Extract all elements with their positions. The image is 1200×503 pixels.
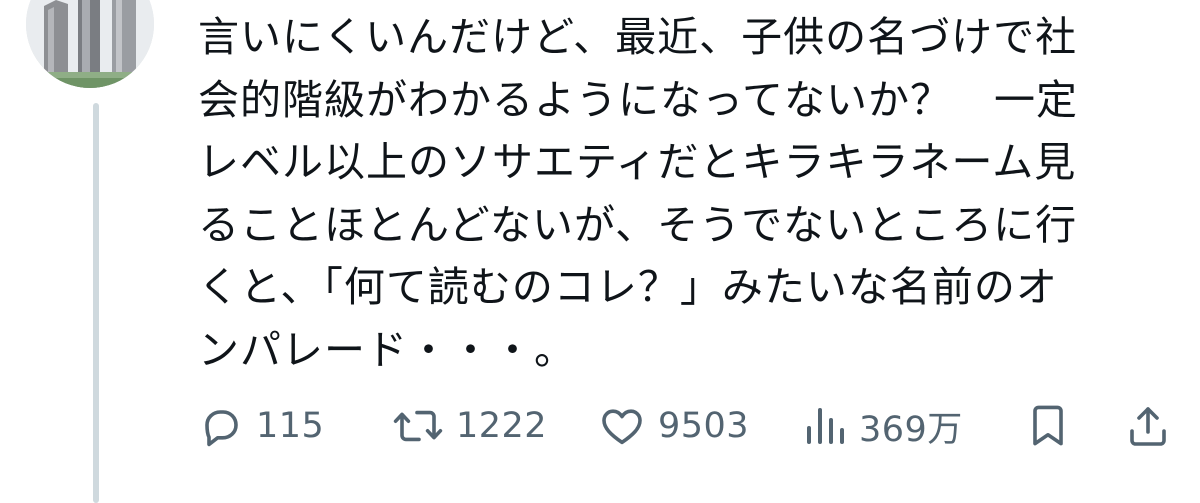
retweet-icon [393, 410, 443, 442]
like-button[interactable]: 9503 [598, 396, 749, 456]
tweet-line: レベル以上のソサエティだとキラキラネーム見 [198, 138, 1077, 186]
share-button[interactable] [1126, 396, 1170, 456]
thread-line [93, 103, 99, 503]
avatar-image [26, 0, 154, 88]
share-icon [1130, 407, 1166, 446]
heart-icon [602, 409, 642, 445]
tweet-actions: 115 1222 9503 369万 [196, 396, 1171, 456]
tweet-line: ンパレード・・・。 [198, 325, 576, 374]
reply-count: 115 [256, 406, 325, 446]
tweet-line: くと、「何て読むのコレ？」みたいな名前のオ [198, 263, 1058, 311]
tweet-line: 会的階級がわかるようになってないか？ 一定 [198, 75, 1078, 124]
reply-button[interactable]: 115 [196, 396, 324, 456]
tweet-line: ることほとんどないが、そうでないところに行 [198, 200, 1078, 249]
views-button[interactable]: 369万 [803, 396, 963, 456]
reply-icon [205, 410, 238, 447]
views-count: 369万 [859, 409, 963, 450]
bookmark-icon [1033, 405, 1063, 446]
tweet-line: 言いにくいんだけど、最近、子供の名づけで社 [198, 13, 1078, 61]
avatar[interactable] [26, 0, 154, 88]
views-icon [807, 408, 844, 444]
like-count: 9503 [658, 406, 750, 446]
tweet-text: 言いにくいんだけど、最近、子供の名づけで社 会的階級がわかるようになってないか？… [198, 6, 1158, 381]
bookmark-button[interactable] [1026, 396, 1070, 456]
retweet-button[interactable]: 1222 [392, 396, 547, 456]
retweet-count: 1222 [456, 406, 548, 446]
